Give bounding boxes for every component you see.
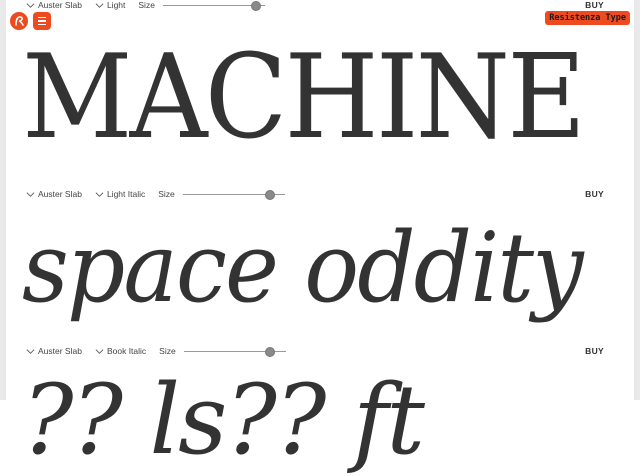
row-1-size-slider[interactable] — [162, 0, 265, 11]
row-3-size-label: Size — [159, 346, 176, 356]
row-1-family-select[interactable]: Auster Slab — [26, 0, 82, 10]
menu-bar — [38, 17, 46, 19]
resistenza-logo-icon[interactable] — [10, 12, 28, 30]
chevron-down-icon — [26, 348, 35, 354]
row-2-style-select[interactable]: Light Italic — [95, 189, 145, 199]
page-frame-left — [0, 0, 6, 400]
row-3-family-label: Auster Slab — [38, 346, 82, 356]
row-2-size-label: Size — [158, 189, 175, 199]
row-2-size-slider[interactable] — [182, 189, 285, 200]
chevron-down-icon — [95, 191, 104, 197]
row-1-buy-button[interactable]: BUY — [585, 0, 604, 10]
row-2-buy-button[interactable]: BUY — [585, 189, 604, 199]
row-1-style-label: Light — [106, 0, 126, 10]
chevron-down-icon — [95, 348, 104, 354]
slider-knob[interactable] — [265, 347, 276, 357]
brand-name-badge[interactable]: Resistenza Type — [545, 11, 630, 25]
menu-bar — [38, 20, 46, 22]
row-3-controls: Auster Slab Book Italic Size — [26, 344, 286, 358]
slider-knob[interactable] — [250, 1, 261, 11]
row-1-size-label: Size — [138, 0, 155, 10]
chevron-down-icon — [26, 2, 35, 8]
row-2-controls: Auster Slab Light Italic Size — [26, 187, 285, 201]
row-2-style-label: Light Italic — [106, 189, 146, 199]
row-2-family-select[interactable]: Auster Slab — [26, 189, 82, 199]
row-2-family-label: Auster Slab — [38, 189, 82, 199]
row-1-specimen-text[interactable]: MACHINE — [22, 40, 586, 156]
slider-knob[interactable] — [265, 190, 276, 200]
row-1-controls: Auster Slab Light Size — [26, 0, 265, 12]
row-3-style-select[interactable]: Book Italic — [95, 346, 146, 356]
chevron-down-icon — [26, 191, 35, 197]
chevron-down-icon — [95, 2, 104, 8]
row-3-style-label: Book Italic — [106, 346, 147, 356]
row-3-specimen-text[interactable]: ?? ls?? ft — [22, 372, 425, 468]
menu-bar — [38, 23, 46, 25]
logo-glyph-icon — [15, 16, 24, 26]
row-2-specimen-text[interactable]: space oddity — [22, 220, 584, 316]
row-1-style-select[interactable]: Light — [95, 0, 125, 10]
row-3-family-select[interactable]: Auster Slab — [26, 346, 82, 356]
row-1-family-label: Auster Slab — [38, 0, 82, 10]
page-frame-right — [634, 0, 640, 400]
hamburger-icon[interactable] — [33, 12, 51, 30]
row-3-size-slider[interactable] — [183, 346, 286, 357]
slider-track — [162, 4, 265, 6]
row-3-buy-button[interactable]: BUY — [585, 346, 604, 356]
